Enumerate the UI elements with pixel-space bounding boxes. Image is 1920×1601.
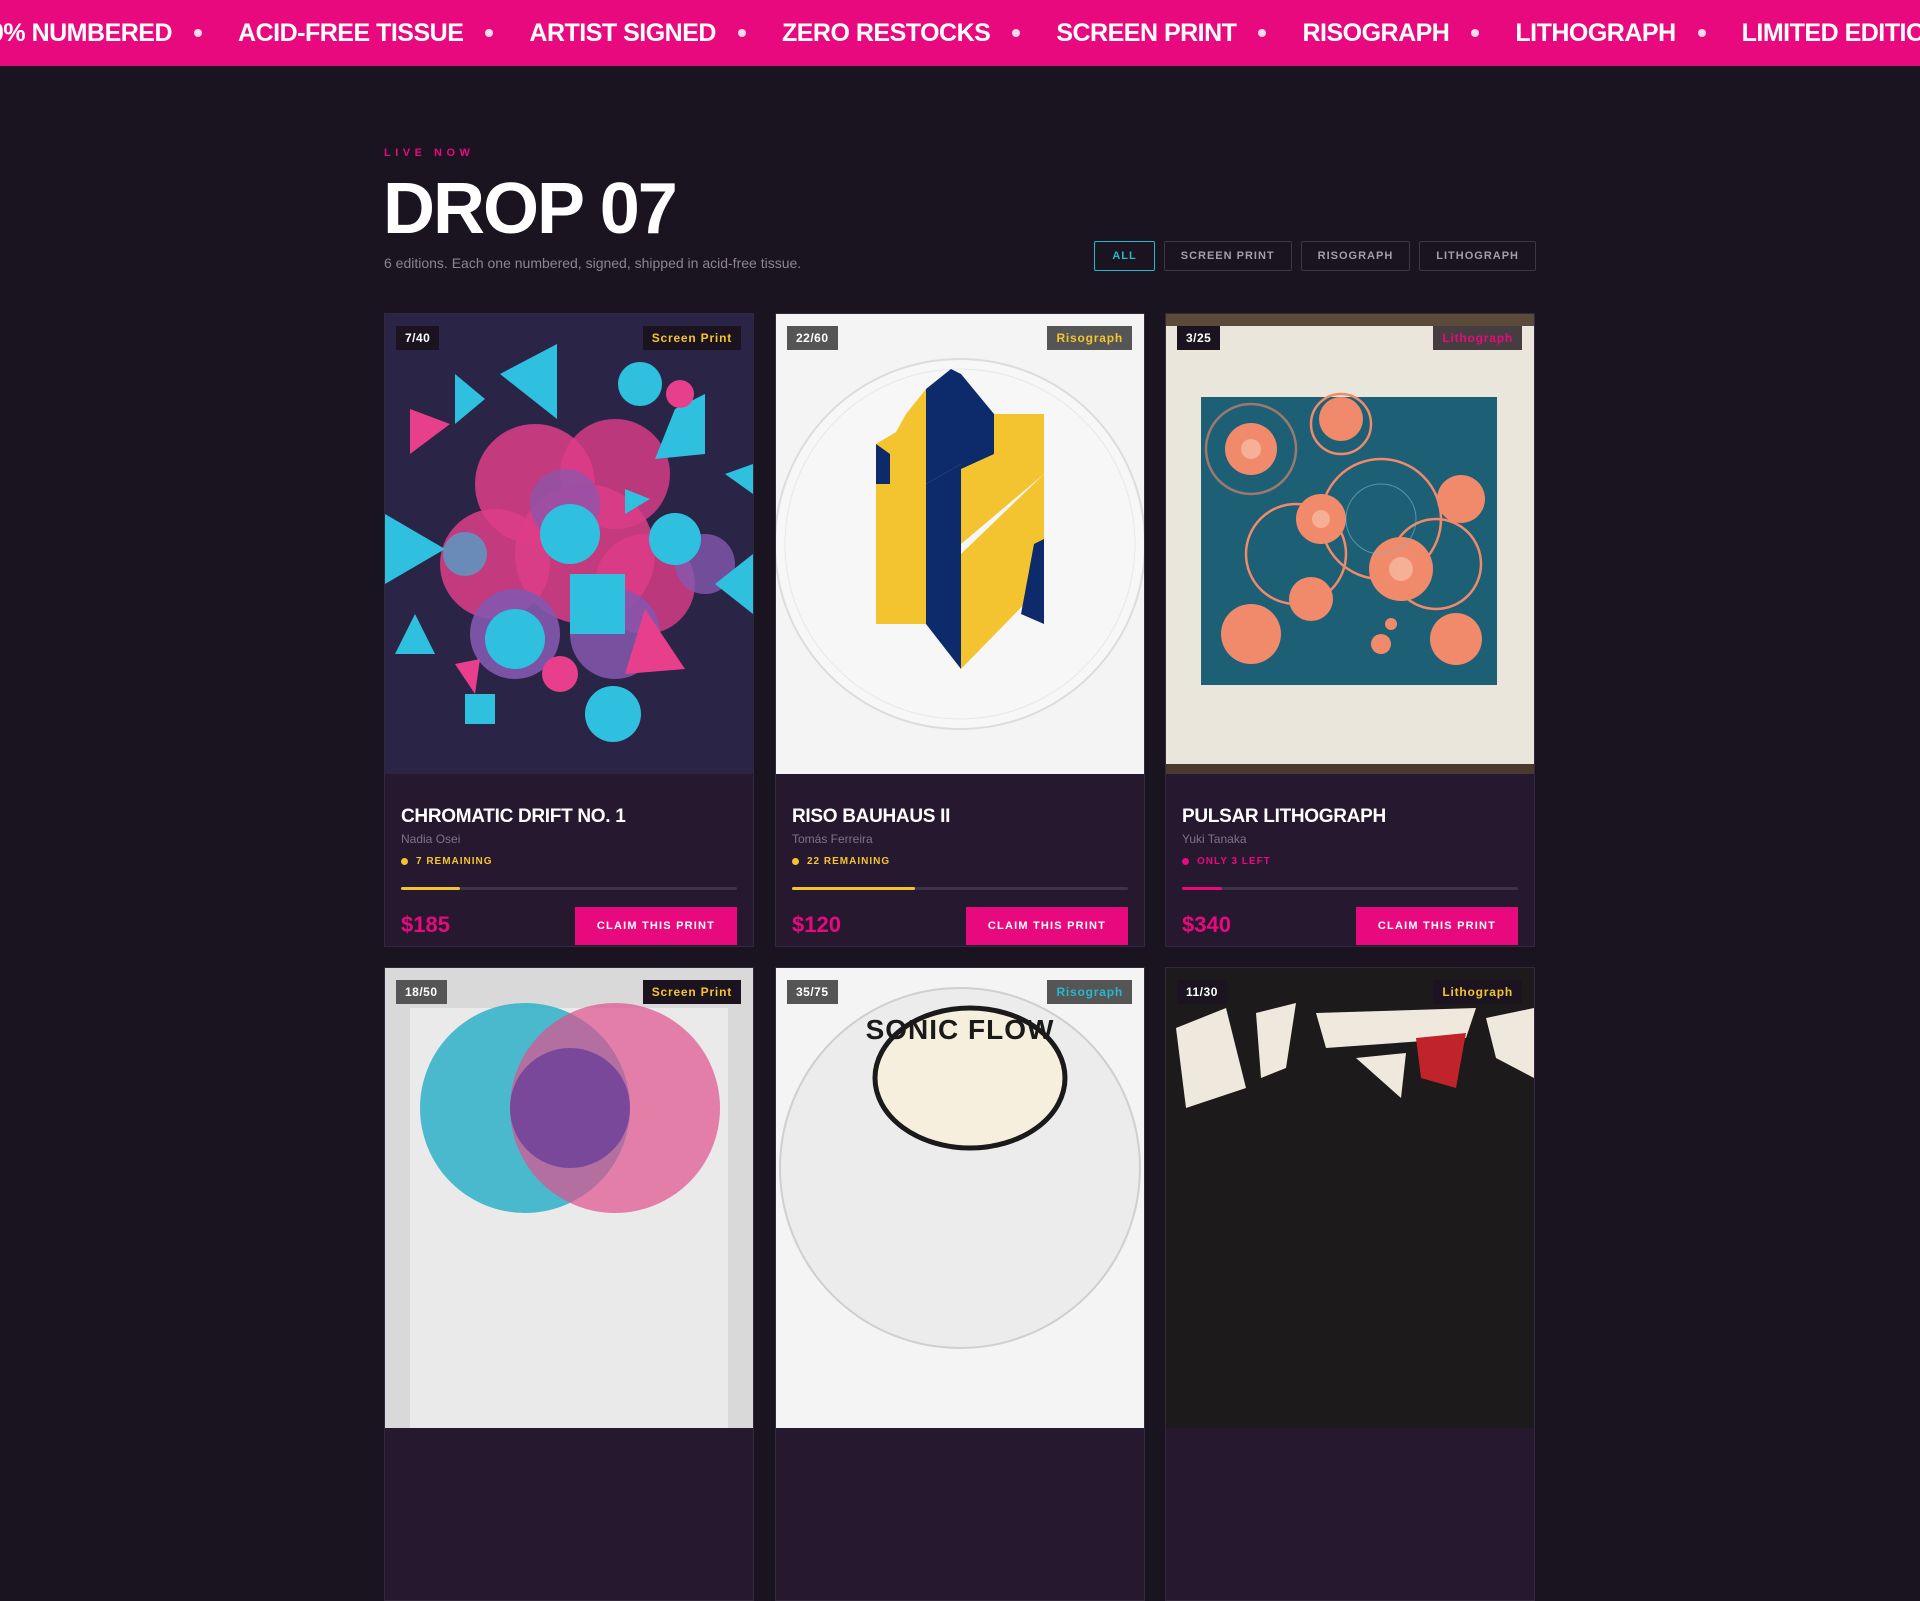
- ticker-item: SCREEN PRINT: [1056, 19, 1302, 48]
- stock-progress-bar: [401, 887, 737, 890]
- stock-progress-fill: [1182, 887, 1223, 890]
- print-title: PULSAR LITHOGRAPH: [1182, 806, 1386, 827]
- status-dot-icon: [401, 858, 408, 865]
- artwork-image[interactable]: SONIC FLOW: [776, 968, 1144, 1428]
- status-dot-icon: [792, 858, 799, 865]
- stock-progress-bar: [792, 887, 1128, 890]
- stock-progress-fill: [792, 887, 916, 890]
- claim-print-button[interactable]: CLAIM THIS PRINT: [575, 907, 737, 945]
- artist-name: Tomás Ferreira: [792, 832, 873, 846]
- stock-progress-bar: [1182, 887, 1518, 890]
- claim-print-button[interactable]: CLAIM THIS PRINT: [966, 907, 1128, 945]
- ticker-item: ACID-FREE TISSUE: [238, 19, 529, 48]
- page-subtitle: 6 editions. Each one numbered, signed, s…: [384, 255, 802, 271]
- stock-progress-fill: [401, 887, 460, 890]
- stock-label: 7 REMAINING: [416, 856, 493, 867]
- print-title: CHROMATIC DRIFT NO. 1: [401, 806, 626, 827]
- product-card[interactable]: 11/30 Lithograph: [1165, 967, 1535, 1601]
- ticker-banner: 0% NUMBERED ACID-FREE TISSUE ARTIST SIGN…: [0, 0, 1920, 66]
- product-card[interactable]: SONIC FLOW 35/75 Risograph: [775, 967, 1145, 1601]
- bullet-dot-icon: [1012, 29, 1021, 37]
- bullet-dot-icon: [194, 29, 203, 37]
- ticker-item: ARTIST SIGNED: [529, 19, 782, 48]
- stock-label: ONLY 3 LEFT: [1197, 856, 1271, 867]
- product-card[interactable]: 22/60 Risograph RISO BAUHAUS II Tomás Fe…: [775, 313, 1145, 947]
- artist-name: Nadia Osei: [401, 832, 461, 846]
- edition-number-badge: 35/75: [787, 980, 838, 1004]
- live-now-label: LIVE NOW: [384, 147, 475, 159]
- artwork-image[interactable]: [776, 314, 1144, 774]
- print-type-tag: Screen Print: [642, 980, 741, 1004]
- edition-number-badge: 3/25: [1177, 326, 1221, 350]
- ticker-item: LITHOGRAPH: [1515, 19, 1741, 48]
- bullet-dot-icon: [485, 29, 494, 37]
- edition-number-badge: 11/30: [1177, 980, 1227, 1004]
- ticker-item: 0% NUMBERED: [0, 19, 238, 48]
- filter-all-button[interactable]: ALL: [1094, 241, 1155, 271]
- product-card[interactable]: 3/25 Lithograph PULSAR LITHOGRAPH Yuki T…: [1165, 313, 1535, 947]
- filter-risograph-button[interactable]: RISOGRAPH: [1300, 241, 1411, 271]
- price: $185: [401, 912, 450, 937]
- artist-name: Yuki Tanaka: [1182, 832, 1247, 846]
- page-title: DROP 07: [383, 169, 678, 249]
- edition-number-badge: 18/50: [396, 980, 447, 1004]
- claim-print-button[interactable]: CLAIM THIS PRINT: [1356, 907, 1518, 945]
- ticker-item: LIMITED EDITION: [1741, 18, 1920, 47]
- artwork-text: SONIC FLOW: [865, 1014, 1055, 1045]
- price: $120: [792, 912, 841, 937]
- status-dot-icon: [1182, 858, 1189, 865]
- filter-screen-print-button[interactable]: SCREEN PRINT: [1163, 241, 1292, 271]
- filter-lithograph-button[interactable]: LITHOGRAPH: [1419, 241, 1536, 271]
- price: $340: [1182, 912, 1231, 937]
- stock-indicator: ONLY 3 LEFT: [1182, 856, 1271, 867]
- print-type-tag: Lithograph: [1433, 326, 1522, 350]
- print-type-tag: Lithograph: [1433, 980, 1522, 1004]
- ticker-item: RISOGRAPH: [1302, 19, 1515, 48]
- stock-label: 22 REMAINING: [807, 856, 891, 867]
- edition-number-badge: 22/60: [787, 326, 838, 350]
- print-type-tag: Screen Print: [642, 326, 741, 350]
- print-type-tag: Risograph: [1047, 326, 1132, 350]
- print-type-tag: Risograph: [1047, 980, 1132, 1004]
- artwork-image[interactable]: [1166, 968, 1534, 1428]
- bullet-dot-icon: [737, 29, 746, 37]
- bullet-dot-icon: [1471, 29, 1480, 37]
- ticker-item: ZERO RESTOCKS: [782, 19, 1056, 48]
- bullet-dot-icon: [1258, 29, 1267, 37]
- product-card[interactable]: 18/50 Screen Print: [384, 967, 754, 1601]
- artwork-image[interactable]: [385, 968, 753, 1428]
- stock-indicator: 7 REMAINING: [401, 856, 493, 867]
- product-card[interactable]: 7/40 Screen Print CHROMATIC DRIFT NO. 1 …: [384, 313, 754, 947]
- filter-bar: ALL SCREEN PRINT RISOGRAPH LITHOGRAPH: [1094, 241, 1536, 271]
- edition-number-badge: 7/40: [396, 326, 440, 350]
- artwork-image[interactable]: [385, 314, 753, 774]
- print-title: RISO BAUHAUS II: [792, 806, 951, 827]
- bullet-dot-icon: [1697, 29, 1706, 37]
- artwork-image[interactable]: [1166, 314, 1534, 774]
- stock-indicator: 22 REMAINING: [792, 856, 890, 867]
